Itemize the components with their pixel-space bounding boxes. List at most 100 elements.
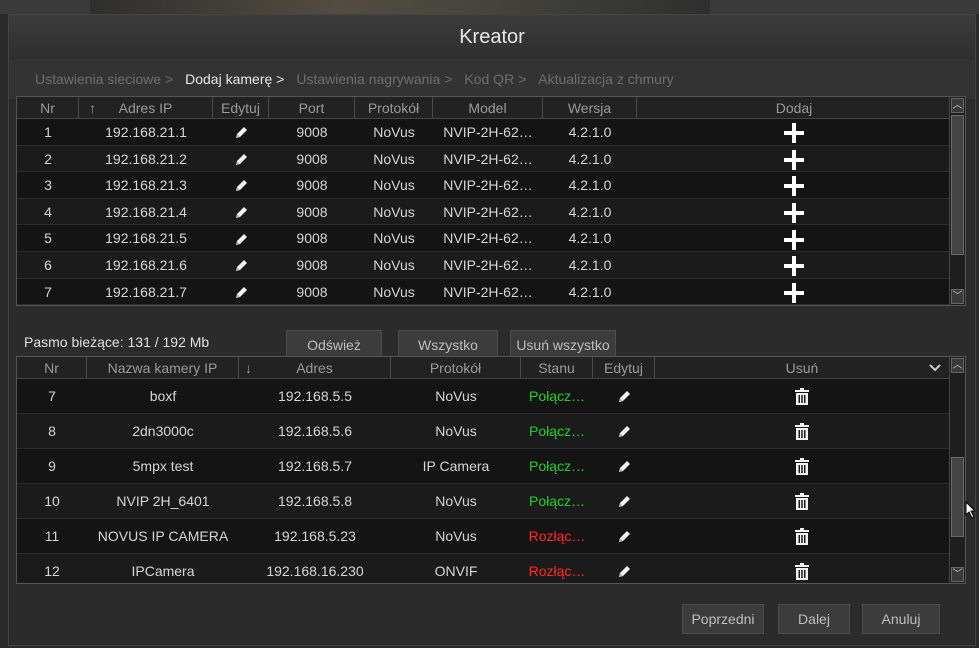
plus-icon[interactable] xyxy=(784,176,804,197)
edit-icon[interactable] xyxy=(616,563,632,579)
col-protocol[interactable]: Protokół xyxy=(391,357,521,378)
cancel-button[interactable]: Anuluj xyxy=(862,604,940,634)
table-row[interactable]: 12 IPCamera 192.168.16.230 ONVIF Rozłąc… xyxy=(17,554,965,583)
step-add-camera[interactable]: Dodaj kamerę > xyxy=(185,71,284,87)
scroll-down-icon[interactable]: ﹀ xyxy=(951,567,964,582)
col-remove[interactable]: Usuń xyxy=(655,357,949,378)
wizard-steps: Ustawienia sieciowe > Dodaj kamerę > Ust… xyxy=(9,59,975,99)
edit-icon[interactable] xyxy=(233,230,249,246)
trash-icon[interactable] xyxy=(794,493,810,511)
edit-icon[interactable] xyxy=(233,151,249,167)
trash-icon[interactable] xyxy=(794,528,810,546)
cell-edit[interactable] xyxy=(593,519,655,553)
cell-remove[interactable] xyxy=(655,554,949,583)
table-row[interactable]: 9 5mpx test 192.168.5.7 IP Camera Połącz… xyxy=(17,449,965,484)
cell-remove[interactable] xyxy=(655,449,949,483)
trash-icon[interactable] xyxy=(794,423,810,441)
cell-protocol: NoVus xyxy=(373,150,415,167)
col-status[interactable]: Stanu xyxy=(521,357,593,378)
col-address[interactable]: ↓ Adres xyxy=(239,357,391,378)
cell-edit[interactable] xyxy=(213,119,269,145)
col-name[interactable]: Nazwa kamery IP xyxy=(87,357,239,378)
cell-add[interactable] xyxy=(637,199,951,225)
plus-icon[interactable] xyxy=(784,149,804,170)
cell-edit[interactable] xyxy=(213,172,269,198)
top-scrollbar[interactable]: ︿ ﹀ xyxy=(949,97,965,305)
cell-remove[interactable] xyxy=(655,484,949,518)
cell-add[interactable] xyxy=(637,172,951,198)
next-button[interactable]: Dalej xyxy=(778,604,850,634)
table-row[interactable]: 10 NVIP 2H_6401 192.168.5.8 NoVus Połącz… xyxy=(17,484,965,519)
table-row[interactable]: 7 boxf 192.168.5.5 NoVus Połącz… xyxy=(17,379,965,414)
scroll-up-icon[interactable]: ︿ xyxy=(951,358,964,373)
cell-edit[interactable] xyxy=(213,146,269,172)
table-row[interactable]: 7 192.168.21.7 9008 NoVus NVIP-2H-62… 4.2.1.0 xyxy=(17,278,965,305)
cell-edit[interactable] xyxy=(213,279,269,305)
edit-icon[interactable] xyxy=(616,458,632,474)
col-nr[interactable]: Nr xyxy=(17,97,79,118)
step-recording[interactable]: Ustawienia nagrywania > xyxy=(296,71,452,87)
table-row[interactable]: 2 192.168.21.2 9008 NoVus NVIP-2H-62… 4.2.1.0 xyxy=(17,145,965,173)
cell-remove[interactable] xyxy=(655,414,949,448)
cell-add[interactable] xyxy=(637,119,951,145)
cell-remove[interactable] xyxy=(655,379,949,413)
previous-button[interactable]: Poprzedni xyxy=(682,604,764,634)
table-row[interactable]: 6 192.168.21.6 9008 NoVus NVIP-2H-62… 4.2.1.0 xyxy=(17,251,965,279)
cell-edit[interactable] xyxy=(593,414,655,448)
col-address[interactable]: ↑ Adres IP xyxy=(79,97,213,118)
edit-icon[interactable] xyxy=(233,284,249,300)
trash-icon[interactable] xyxy=(794,388,810,406)
table-row[interactable]: 3 192.168.21.3 9008 NoVus NVIP-2H-62… 4.2.1.0 xyxy=(17,172,965,199)
cell-edit[interactable] xyxy=(593,554,655,583)
plus-icon[interactable] xyxy=(784,123,804,144)
cell-add[interactable] xyxy=(637,146,951,172)
col-protocol[interactable]: Protokół xyxy=(355,97,433,118)
plus-icon[interactable] xyxy=(784,256,804,277)
edit-icon[interactable] xyxy=(616,493,632,509)
plus-icon[interactable] xyxy=(784,282,804,303)
col-nr[interactable]: Nr xyxy=(17,357,87,378)
edit-icon[interactable] xyxy=(233,124,249,140)
col-version[interactable]: Wersja xyxy=(543,97,637,118)
cell-edit[interactable] xyxy=(213,225,269,251)
cell-add[interactable] xyxy=(637,225,951,251)
edit-icon[interactable] xyxy=(616,423,632,439)
scroll-thumb[interactable] xyxy=(951,115,964,255)
col-edit[interactable]: Edytuj xyxy=(213,97,269,118)
trash-icon[interactable] xyxy=(794,563,810,581)
bottom-scrollbar[interactable]: ︿ ﹀ xyxy=(949,357,965,583)
cell-add[interactable] xyxy=(637,252,951,278)
col-model[interactable]: Model xyxy=(433,97,543,118)
table-row[interactable]: 4 192.168.21.4 9008 NoVus NVIP-2H-62… 4.2.1.0 xyxy=(17,198,965,226)
chevron-down-icon[interactable] xyxy=(929,357,941,378)
scroll-up-icon[interactable]: ︿ xyxy=(951,98,964,113)
trash-icon[interactable] xyxy=(794,458,810,476)
table-row[interactable]: 8 2dn3000c 192.168.5.6 NoVus Połącz… xyxy=(17,414,965,449)
col-edit[interactable]: Edytuj xyxy=(593,357,655,378)
cell-edit[interactable] xyxy=(593,484,655,518)
step-network[interactable]: Ustawienia sieciowe > xyxy=(35,71,173,87)
edit-icon[interactable] xyxy=(616,528,632,544)
cell-remove[interactable] xyxy=(655,519,949,553)
edit-icon[interactable] xyxy=(233,204,249,220)
col-port[interactable]: Port xyxy=(269,97,355,118)
edit-icon[interactable] xyxy=(233,177,249,193)
table-row[interactable]: 1 192.168.21.1 9008 NoVus NVIP-2H-62… 4.2.1.0 xyxy=(17,119,965,146)
table-row[interactable]: 11 NOVUS IP CAMERA 192.168.5.23 NoVus Rozłąc… xyxy=(17,519,965,554)
col-add[interactable]: Dodaj xyxy=(637,97,951,118)
edit-icon[interactable] xyxy=(233,257,249,273)
cell-add[interactable] xyxy=(637,279,951,305)
cell-edit[interactable] xyxy=(593,449,655,483)
scroll-thumb[interactable] xyxy=(951,457,964,537)
step-qr-code[interactable]: Kod QR > xyxy=(464,71,526,87)
scroll-down-icon[interactable]: ﹀ xyxy=(951,289,964,304)
plus-icon[interactable] xyxy=(784,229,804,250)
plus-icon[interactable] xyxy=(784,203,804,224)
cell-edit[interactable] xyxy=(213,199,269,225)
edit-icon[interactable] xyxy=(616,388,632,404)
cell-edit[interactable] xyxy=(213,252,269,278)
step-cloud-update[interactable]: Aktualizacja z chmury xyxy=(538,71,673,87)
cell-edit[interactable] xyxy=(593,379,655,413)
table-row[interactable]: 5 192.168.21.5 9008 NoVus NVIP-2H-62… 4.2.1.0 xyxy=(17,225,965,252)
cell-nr: 10 xyxy=(44,493,60,509)
